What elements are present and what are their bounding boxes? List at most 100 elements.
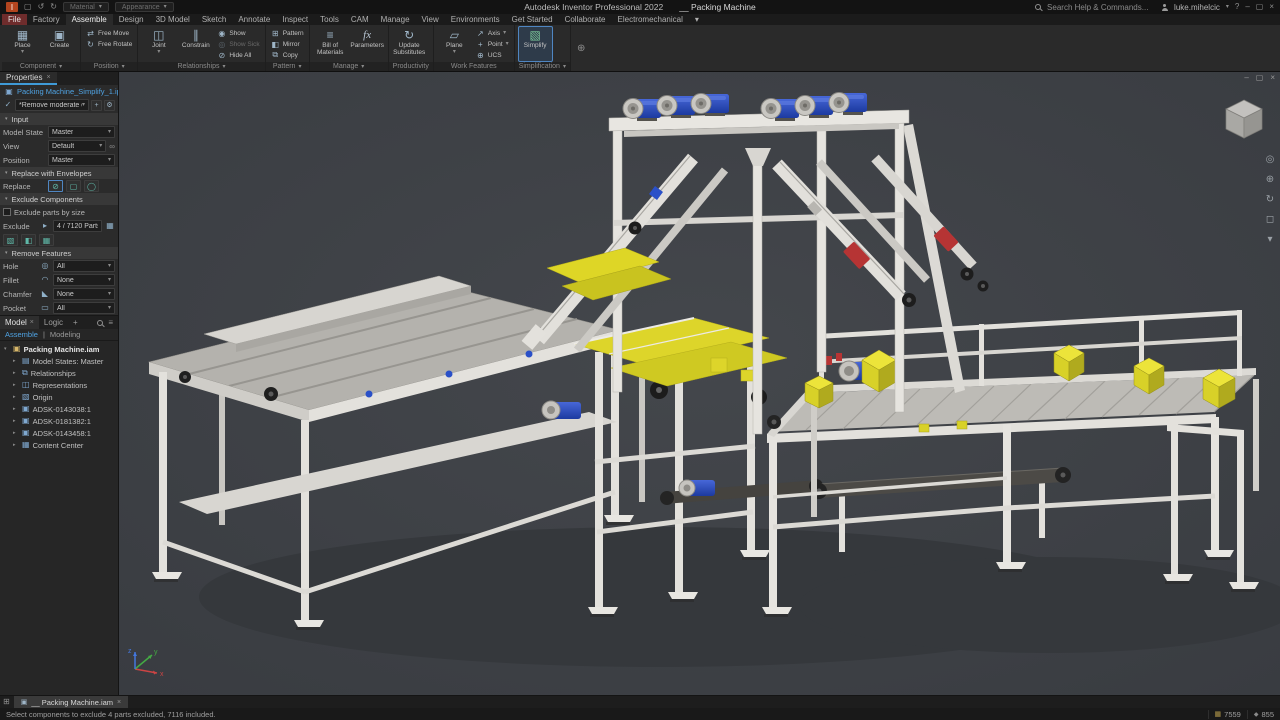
- tree-item-content-center[interactable]: ▸ ▦ Content Center: [0, 439, 118, 451]
- envelope-box-button[interactable]: ▢: [66, 180, 81, 192]
- tab-environments[interactable]: Environments: [445, 14, 506, 25]
- preset-settings-button[interactable]: ⚙: [104, 99, 115, 111]
- expander-icon[interactable]: ▸: [13, 394, 19, 400]
- group-label-position[interactable]: Position ▾: [81, 62, 138, 71]
- select-mode-2-button[interactable]: ◧: [21, 234, 36, 246]
- exclude-list-icon[interactable]: ▦: [105, 222, 115, 230]
- envelope-none-button[interactable]: ⊘: [48, 180, 63, 192]
- group-label-productivity[interactable]: Productivity: [388, 62, 433, 71]
- expander-icon[interactable]: ▸: [13, 406, 19, 412]
- hole-dropdown[interactable]: All ▾: [53, 260, 115, 272]
- show-button[interactable]: ◉ Show: [215, 28, 261, 38]
- tab-design[interactable]: Design: [113, 14, 150, 25]
- exclude-count-box[interactable]: 4 / 7120 Parts: [53, 220, 102, 232]
- ucs-button[interactable]: ⊕ UCS: [474, 50, 511, 60]
- tree-item-origin[interactable]: ▸ ▧ Origin: [0, 391, 118, 403]
- browser-menu-icon[interactable]: ≡: [108, 318, 113, 327]
- close-button[interactable]: ×: [1269, 3, 1274, 11]
- link-icon[interactable]: ∞: [109, 142, 115, 151]
- tree-item-representations[interactable]: ▸ ◫ Representations: [0, 379, 118, 391]
- bill-of-materials-button[interactable]: ≡ Bill of Materials: [313, 26, 348, 62]
- navbar-more-icon[interactable]: ▾: [1262, 234, 1278, 245]
- tab-model[interactable]: Model ×: [0, 316, 39, 329]
- tab-manage[interactable]: Manage: [375, 14, 416, 25]
- tree-item-relationships[interactable]: ▸ ⧉ Relationships: [0, 367, 118, 379]
- search-input[interactable]: [1047, 2, 1156, 12]
- document-tab[interactable]: ▣ __ Packing Machine.iam ×: [13, 696, 129, 708]
- section-exclude-components[interactable]: ▾ Exclude Components: [0, 193, 118, 205]
- section-remove-features[interactable]: ▾ Remove Features: [0, 247, 118, 259]
- tab-annotate[interactable]: Annotate: [232, 14, 276, 25]
- tree-item-component-2[interactable]: ▸ ▣ ADSK-0181382:1: [0, 415, 118, 427]
- free-move-button[interactable]: ⇄ Free Move: [84, 28, 134, 38]
- maximize-button[interactable]: ▢: [1256, 3, 1264, 11]
- position-dropdown[interactable]: Master ▾: [48, 154, 115, 166]
- expander-icon[interactable]: ▸: [13, 358, 19, 364]
- help-icon[interactable]: ?: [1235, 3, 1239, 11]
- view-dropdown[interactable]: Default ▾: [48, 140, 107, 152]
- pocket-dropdown[interactable]: All ▾: [53, 302, 115, 314]
- plane-button[interactable]: ▱ Plane ▾: [437, 26, 472, 62]
- tab-inspect[interactable]: Inspect: [276, 14, 314, 25]
- material-dropdown[interactable]: Material ▾: [62, 2, 109, 12]
- tree-item-component-3[interactable]: ▸ ▣ ADSK-0143458:1: [0, 427, 118, 439]
- tab-tools[interactable]: Tools: [314, 14, 345, 25]
- tab-get-started[interactable]: Get Started: [506, 14, 559, 25]
- expand-ribbon-button[interactable]: ⊕: [577, 43, 585, 54]
- pan-icon[interactable]: ⊕: [1262, 174, 1278, 185]
- group-label-manage[interactable]: Manage ▾: [309, 62, 388, 71]
- tab-electromechanical[interactable]: Electromechanical: [612, 14, 689, 25]
- tab-file[interactable]: File: [2, 14, 27, 25]
- group-label-relationships[interactable]: Relationships ▾: [138, 62, 265, 71]
- select-mode-3-button[interactable]: ▦: [39, 234, 54, 246]
- tab-sketch[interactable]: Sketch: [196, 14, 232, 25]
- appearance-dropdown[interactable]: Appearance ▾: [114, 2, 174, 12]
- 3d-viewport[interactable]: – ▢ × ◎ ⊕ ↻ ◻ ▾ x y z: [119, 72, 1280, 695]
- minimize-button[interactable]: –: [1245, 3, 1249, 11]
- model-state-dropdown[interactable]: Master ▾: [48, 126, 115, 138]
- envelope-cylinder-button[interactable]: ◯: [84, 180, 99, 192]
- user-menu[interactable]: luke.mihelcic: [1174, 3, 1220, 12]
- group-label-simplification[interactable]: Simplification ▾: [514, 62, 570, 71]
- view-cube[interactable]: [1220, 94, 1268, 142]
- tree-item-component-1[interactable]: ▸ ▣ ADSK-0143038:1: [0, 403, 118, 415]
- section-replace-envelopes[interactable]: ▾ Replace with Envelopes: [0, 167, 118, 179]
- expander-icon[interactable]: ▾: [4, 346, 10, 352]
- mode-assemble[interactable]: Assemble: [5, 330, 38, 339]
- tab-cam[interactable]: CAM: [345, 14, 375, 25]
- expander-icon[interactable]: ▸: [13, 418, 19, 424]
- place-button[interactable]: ▦ Place ▾: [5, 26, 40, 62]
- hide-all-button[interactable]: ⊘ Hide All: [215, 50, 261, 60]
- free-rotate-button[interactable]: ↻ Free Rotate: [84, 39, 134, 49]
- mode-modeling[interactable]: Modeling: [50, 330, 80, 339]
- exclude-select-icon[interactable]: ▸: [40, 222, 50, 230]
- point-button[interactable]: + Point ▾: [474, 39, 511, 49]
- new-file-icon[interactable]: ▢: [24, 3, 32, 11]
- simplify-button[interactable]: ▧ Simplify: [517, 26, 553, 62]
- expander-icon[interactable]: ▸: [13, 442, 19, 448]
- tab-view[interactable]: View: [416, 14, 445, 25]
- app-icon[interactable]: I: [6, 2, 18, 12]
- group-label-pattern[interactable]: Pattern ▾: [265, 62, 309, 71]
- select-mode-1-button[interactable]: ▧: [3, 234, 18, 246]
- browser-search-icon[interactable]: [97, 319, 104, 326]
- user-caret-icon[interactable]: ▾: [1226, 4, 1229, 10]
- fillet-dropdown[interactable]: None ▾: [53, 274, 115, 286]
- doc-restore-button[interactable]: ▢: [1256, 73, 1264, 82]
- ribbon-overflow-icon[interactable]: ▾: [689, 14, 705, 25]
- exclude-by-size-checkbox[interactable]: [3, 208, 11, 216]
- doc-strip-grid-icon[interactable]: ⊞: [3, 698, 10, 706]
- add-preset-button[interactable]: +: [91, 99, 102, 111]
- constrain-button[interactable]: ∥ Constrain: [178, 26, 213, 62]
- create-button[interactable]: ▣ Create: [42, 26, 77, 62]
- preset-dropdown[interactable]: *Remove moderate detail (...▾: [15, 99, 89, 111]
- expander-icon[interactable]: ▸: [13, 430, 19, 436]
- group-label-component[interactable]: Component ▾: [2, 62, 80, 71]
- group-label-work-features[interactable]: Work Features: [433, 62, 514, 71]
- expander-icon[interactable]: ▸: [13, 382, 19, 388]
- tab-factory[interactable]: Factory: [27, 14, 66, 25]
- update-substitutes-button[interactable]: ↻ Update Substitutes: [392, 26, 427, 62]
- tree-item-root[interactable]: ▾ ▣ Packing Machine.iam: [0, 343, 118, 355]
- redo-icon[interactable]: ↻: [50, 3, 57, 11]
- joint-button[interactable]: ◫ Joint ▾: [141, 26, 176, 62]
